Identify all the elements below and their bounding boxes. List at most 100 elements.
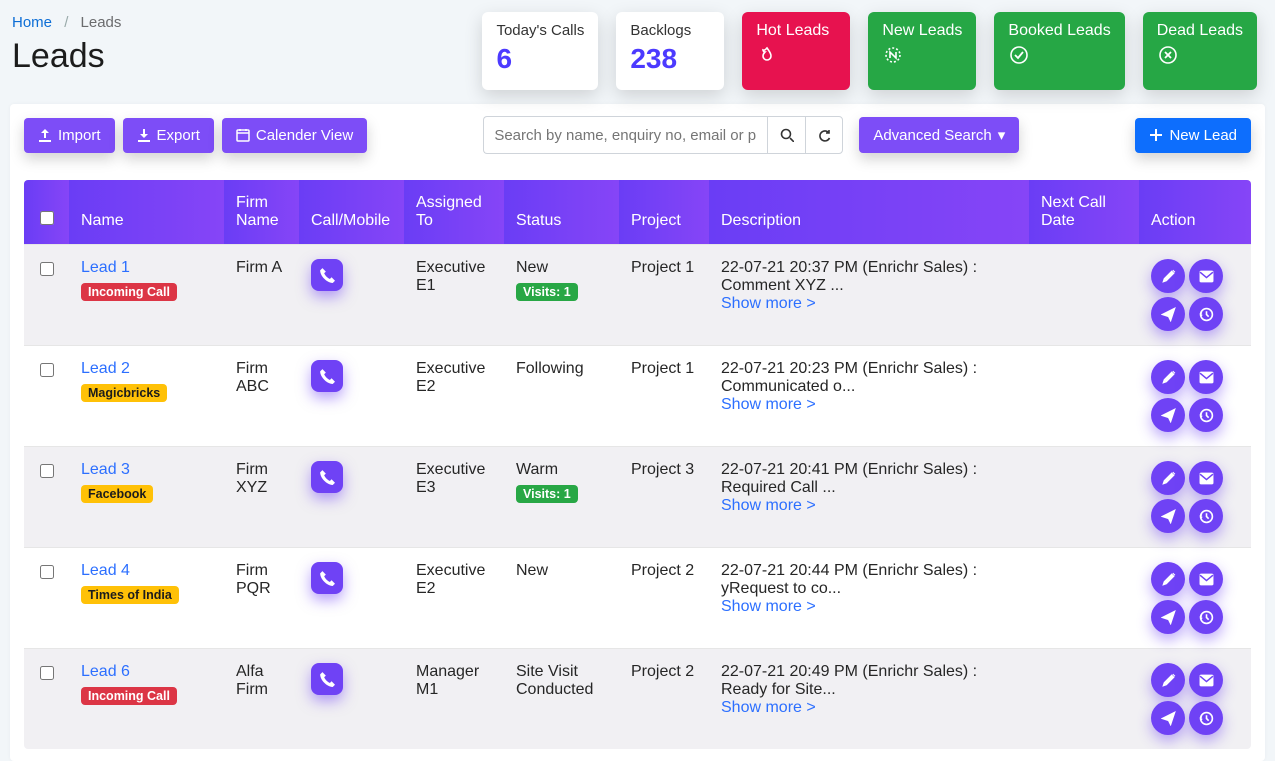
call-button[interactable] [311, 360, 343, 392]
send-button[interactable] [1151, 297, 1185, 331]
desc-cell: 22-07-21 20:49 PM (Enrichr Sales) : Read… [709, 649, 1029, 750]
new-lead-button[interactable]: New Lead [1135, 118, 1251, 153]
firm-cell: Alfa Firm [224, 649, 299, 750]
edit-button[interactable] [1151, 360, 1185, 394]
phone-icon [319, 267, 335, 283]
select-all-checkbox[interactable] [40, 211, 54, 225]
col-firm[interactable]: Firm Name [224, 180, 299, 245]
col-assigned[interactable]: Assigned To [404, 180, 504, 245]
row-checkbox[interactable] [40, 666, 54, 680]
assigned-cell: Executive E1 [404, 245, 504, 346]
lead-link[interactable]: Lead 3 [81, 461, 130, 478]
card-label: Dead Leads [1157, 22, 1243, 40]
send-icon [1161, 509, 1176, 524]
calendar-icon [236, 128, 250, 142]
calendar-label: Calender View [256, 127, 353, 144]
action-buttons [1151, 461, 1239, 533]
row-checkbox[interactable] [40, 464, 54, 478]
row-checkbox[interactable] [40, 262, 54, 276]
assigned-cell: Manager M1 [404, 649, 504, 750]
card-label: Booked Leads [1008, 22, 1110, 40]
import-button[interactable]: Import [24, 118, 115, 153]
download-icon [137, 128, 151, 142]
send-button[interactable] [1151, 600, 1185, 634]
calendar-view-button[interactable]: Calender View [222, 118, 367, 153]
export-button[interactable]: Export [123, 118, 214, 153]
status-cell: Site Visit Conducted [504, 649, 619, 750]
mail-button[interactable] [1189, 360, 1223, 394]
history-button[interactable] [1189, 499, 1223, 533]
phone-icon [319, 570, 335, 586]
status-cell: WarmVisits: 1 [504, 447, 619, 548]
show-more-link[interactable]: Show more > [721, 396, 816, 413]
row-checkbox[interactable] [40, 565, 54, 579]
leads-table-wrap: Name Firm Name Call/Mobile Assigned To S… [24, 180, 1251, 749]
visits-badge: Visits: 1 [516, 485, 578, 503]
history-button[interactable] [1189, 701, 1223, 735]
show-more-link[interactable]: Show more > [721, 497, 816, 514]
call-button[interactable] [311, 663, 343, 695]
show-more-link[interactable]: Show more > [721, 295, 816, 312]
card-hot-leads[interactable]: Hot Leads [742, 12, 850, 90]
edit-button[interactable] [1151, 461, 1185, 495]
lead-link[interactable]: Lead 4 [81, 562, 130, 579]
show-more-link[interactable]: Show more > [721, 598, 816, 615]
call-button[interactable] [311, 562, 343, 594]
card-dead-leads[interactable]: Dead Leads [1143, 12, 1257, 90]
card-label: Hot Leads [756, 22, 836, 40]
mail-button[interactable] [1189, 461, 1223, 495]
action-buttons [1151, 259, 1239, 331]
status-cell: Following [504, 346, 619, 447]
edit-button[interactable] [1151, 562, 1185, 596]
lead-link[interactable]: Lead 6 [81, 663, 130, 680]
table-header-row: Name Firm Name Call/Mobile Assigned To S… [24, 180, 1251, 245]
edit-button[interactable] [1151, 663, 1185, 697]
new-badge-icon [882, 44, 962, 71]
call-button[interactable] [311, 461, 343, 493]
col-next[interactable]: Next Call Date [1029, 180, 1139, 245]
source-badge: Times of India [81, 586, 179, 604]
search-input[interactable] [483, 116, 767, 154]
search-button[interactable] [767, 116, 805, 154]
source-badge: Facebook [81, 485, 153, 503]
call-button[interactable] [311, 259, 343, 291]
history-button[interactable] [1189, 297, 1223, 331]
row-checkbox[interactable] [40, 363, 54, 377]
action-buttons [1151, 360, 1239, 432]
mail-button[interactable] [1189, 663, 1223, 697]
card-today-calls[interactable]: Today's Calls 6 [482, 12, 598, 90]
col-status[interactable]: Status [504, 180, 619, 245]
import-label: Import [58, 127, 101, 144]
col-action[interactable]: Action [1139, 180, 1251, 245]
breadcrumb-home[interactable]: Home [12, 14, 52, 31]
show-more-link[interactable]: Show more > [721, 699, 816, 716]
edit-button[interactable] [1151, 259, 1185, 293]
leads-table: Name Firm Name Call/Mobile Assigned To S… [24, 180, 1251, 749]
send-button[interactable] [1151, 499, 1185, 533]
upload-icon [38, 128, 52, 142]
col-desc[interactable]: Description [709, 180, 1029, 245]
send-button[interactable] [1151, 701, 1185, 735]
history-button[interactable] [1189, 398, 1223, 432]
toolbar: Import Export Calender View Advanced Sea… [24, 116, 1251, 154]
col-call[interactable]: Call/Mobile [299, 180, 404, 245]
mail-button[interactable] [1189, 259, 1223, 293]
card-new-leads[interactable]: New Leads [868, 12, 976, 90]
advanced-search-button[interactable]: Advanced Search ▾ [859, 117, 1019, 153]
card-label: New Leads [882, 22, 962, 40]
assigned-cell: Executive E2 [404, 548, 504, 649]
firm-cell: Firm A [224, 245, 299, 346]
history-icon [1199, 610, 1214, 625]
col-project[interactable]: Project [619, 180, 709, 245]
send-button[interactable] [1151, 398, 1185, 432]
lead-link[interactable]: Lead 2 [81, 360, 130, 377]
history-button[interactable] [1189, 600, 1223, 634]
lead-link[interactable]: Lead 1 [81, 259, 130, 276]
card-booked-leads[interactable]: Booked Leads [994, 12, 1124, 90]
card-value: 238 [630, 43, 710, 75]
mail-button[interactable] [1189, 562, 1223, 596]
col-name[interactable]: Name [69, 180, 224, 245]
chevron-down-icon: ▾ [998, 126, 1006, 144]
card-backlogs[interactable]: Backlogs 238 [616, 12, 724, 90]
refresh-button[interactable] [805, 116, 843, 154]
